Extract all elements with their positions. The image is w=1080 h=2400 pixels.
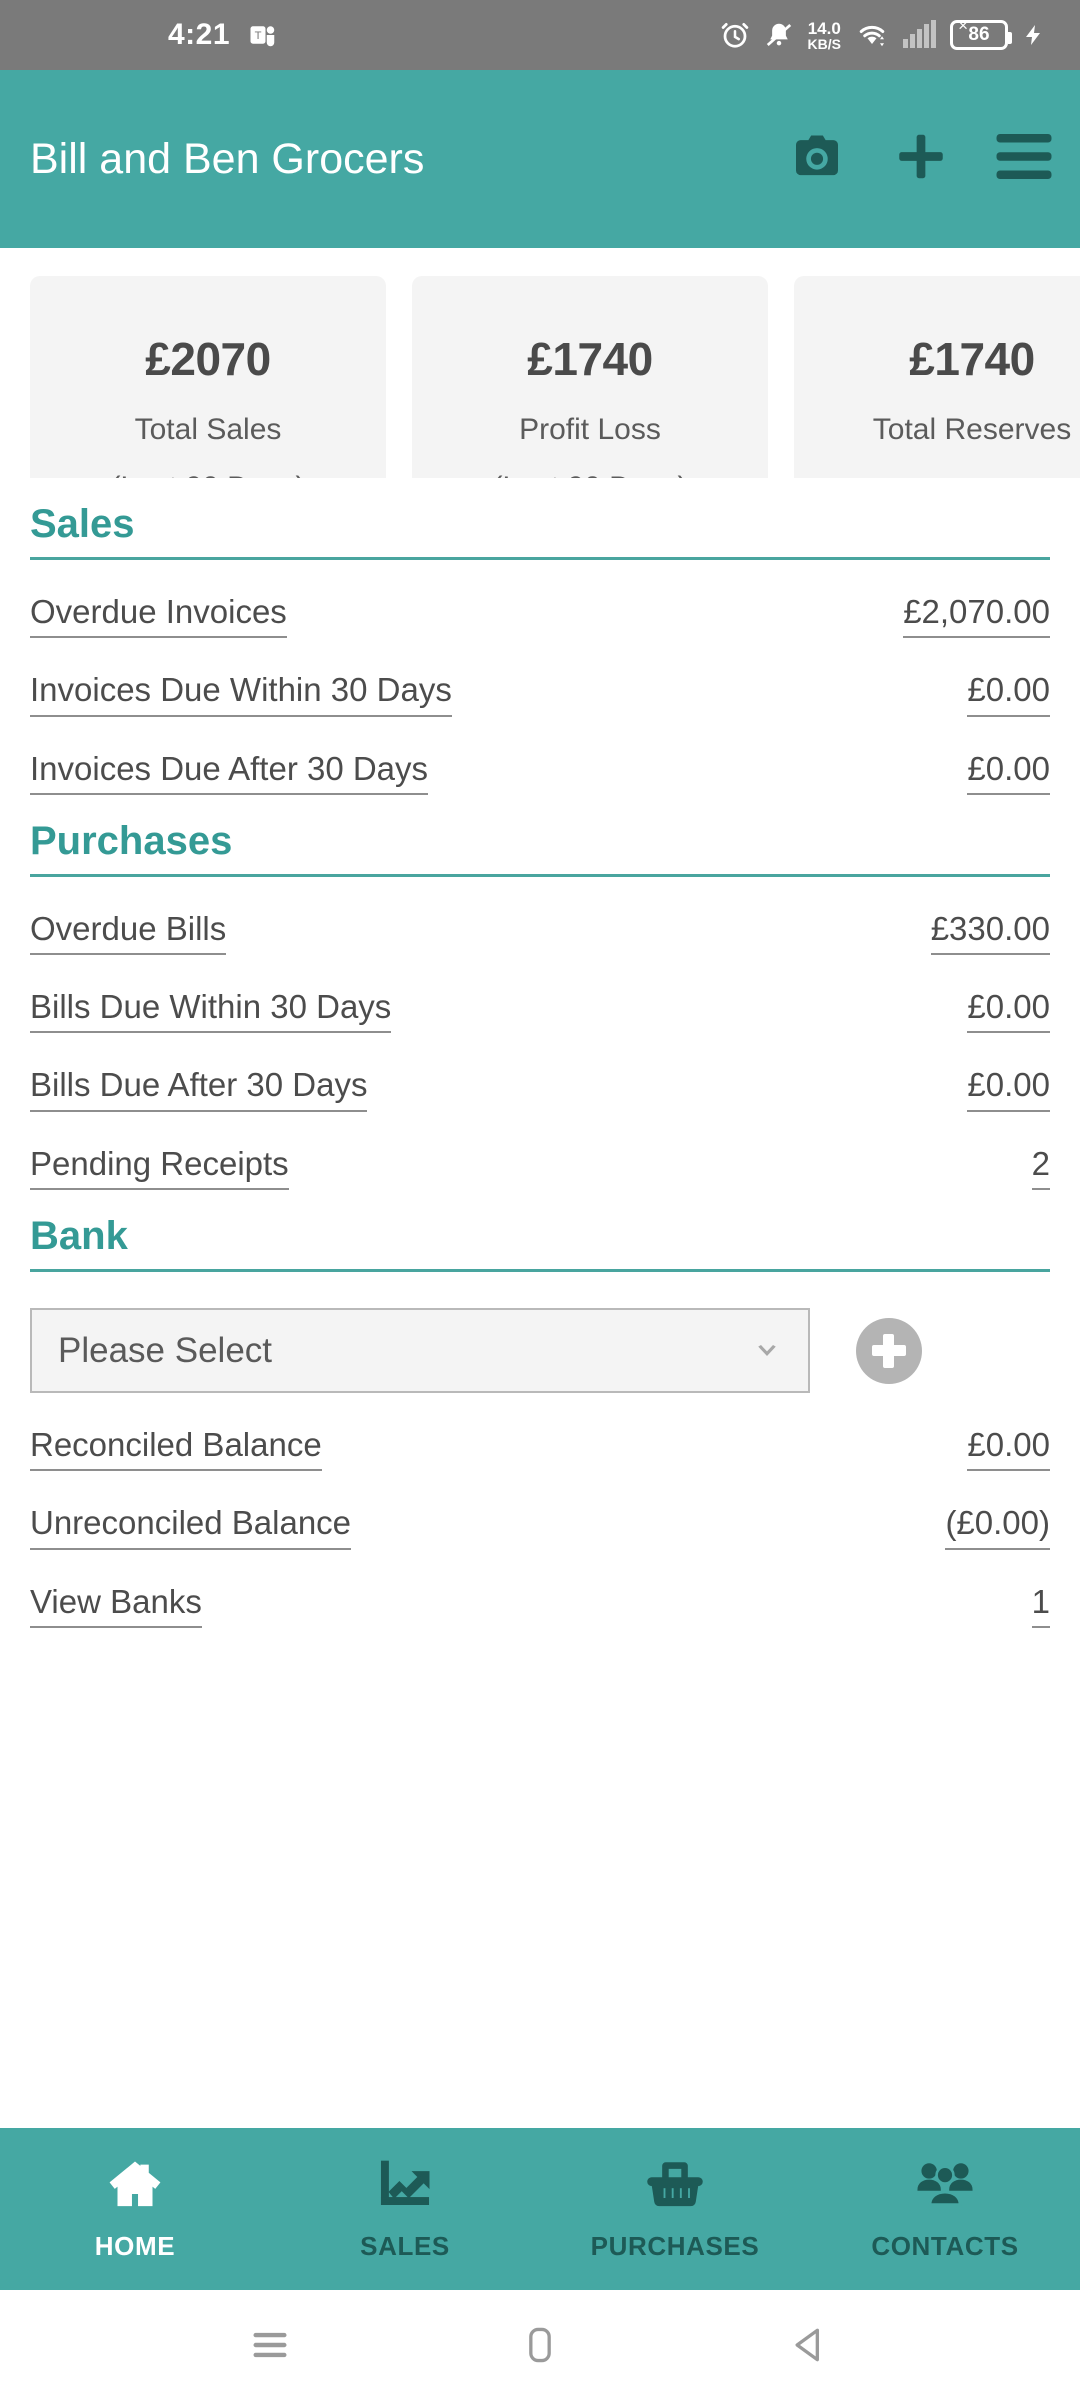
row-value: 2 [1031,1145,1050,1191]
kpi-card-scroller[interactable]: £2070 Total Sales (Last 90 Days) £1740 P… [0,248,1080,478]
android-navigation-bar [0,2290,1080,2400]
list-item[interactable]: View Banks 1 [30,1583,1050,1628]
tab-sales[interactable]: SALES [270,2128,540,2290]
bank-select-value: Please Select [58,1330,273,1370]
section-heading-purchases: Purchases [30,819,1050,877]
charging-bolt-icon [1022,20,1046,50]
camera-button[interactable] [786,129,848,190]
kpi-card[interactable]: £1740 Total Reserves [794,276,1080,478]
tab-label: SALES [360,2231,450,2261]
bell-mute-icon [764,20,794,50]
kpi-label: Total Reserves [872,413,1072,446]
hamburger-menu-button[interactable] [994,132,1054,187]
row-label: Unreconciled Balance [30,1505,352,1550]
shopping-basket-icon [644,2156,706,2217]
row-label: Bills Due Within 30 Days [30,988,392,1034]
kpi-value: £1740 [909,333,1035,385]
wifi-icon [855,20,889,50]
status-bar-left: 4:21 T [168,18,278,52]
chart-line-up-icon [374,2156,436,2217]
tab-contacts[interactable]: CONTACTS [810,2128,1080,2290]
tab-home[interactable]: HOME [0,2128,270,2290]
row-label: Overdue Invoices [30,593,287,639]
row-label: Invoices Due Within 30 Days [30,672,452,717]
kpi-label: Profit Loss [519,413,661,446]
row-label: Overdue Bills [30,910,227,956]
list-item[interactable]: Bills Due Within 30 Days £0.00 [30,988,1050,1034]
microsoft-teams-icon: T [248,20,278,50]
row-value: £330.00 [930,910,1050,956]
row-label: View Banks [30,1583,202,1628]
list-item[interactable]: Reconciled Balance £0.00 [30,1426,1050,1472]
row-label: Invoices Due After 30 Days [30,750,429,795]
list-item[interactable]: Bills Due After 30 Days £0.00 [30,1067,1050,1112]
row-label: Reconciled Balance [30,1426,322,1472]
tab-label: PURCHASES [590,2231,760,2261]
add-bank-button[interactable] [856,1317,922,1384]
kpi-card[interactable]: £2070 Total Sales (Last 90 Days) [30,276,386,478]
row-value: £0.00 [967,988,1050,1034]
bank-select[interactable]: Please Select [30,1308,810,1394]
svg-text:T: T [255,30,262,42]
battery-indicator: 86 [950,20,1012,50]
row-value: £0.00 [967,750,1050,795]
chevron-down-icon [752,1336,782,1366]
list-item[interactable]: Unreconciled Balance (£0.00) [30,1505,1050,1550]
kpi-label: Total Sales [134,413,282,446]
home-square-icon[interactable] [518,2323,562,2367]
kpi-sublabel: (Last 90 Days) [110,471,305,478]
kpi-sublabel: (Last 90 Days) [492,471,687,478]
row-value: £2,070.00 [903,593,1050,639]
dashboard-content: Sales Overdue Invoices £2,070.00 Invoice… [0,502,1080,1628]
cellular-signal-icon [903,20,936,48]
list-item[interactable]: Pending Receipts 2 [30,1145,1050,1191]
add-button[interactable] [892,128,950,191]
bottom-tab-bar: HOME SALES PURCHASES CONTACTS [0,2128,1080,2290]
row-label: Bills Due After 30 Days [30,1067,368,1112]
app-header: Bill and Ben Grocers [0,70,1080,248]
list-item[interactable]: Overdue Bills £330.00 [30,910,1050,956]
list-item[interactable]: Overdue Invoices £2,070.00 [30,593,1050,639]
kpi-value: £1740 [527,333,653,385]
section-heading-bank: Bank [30,1214,1050,1273]
back-triangle-icon[interactable] [788,2323,832,2367]
row-value: £0.00 [967,1067,1050,1112]
app-header-actions [786,128,1054,191]
row-value: (£0.00) [945,1505,1050,1550]
row-value: £0.00 [967,672,1050,717]
tab-label: CONTACTS [871,2231,1019,2261]
android-status-bar: 4:21 T 14.0 KB/S × 86 [0,0,1080,70]
tab-purchases[interactable]: PURCHASES [540,2128,810,2290]
list-item[interactable]: Invoices Due Within 30 Days £0.00 [30,672,1050,717]
kpi-value: £2070 [145,333,271,385]
page-title: Bill and Ben Grocers [30,134,425,183]
people-group-icon [914,2156,976,2217]
bank-picker-row: Please Select [30,1308,1050,1394]
section-heading-sales: Sales [30,502,1050,560]
recents-icon[interactable] [248,2323,292,2367]
status-bar-right: 14.0 KB/S × 86 [720,16,1046,52]
alarm-icon [720,20,750,50]
home-icon [104,2156,166,2217]
row-label: Pending Receipts [30,1145,289,1191]
row-value: 1 [1031,1583,1050,1628]
row-value: £0.00 [967,1426,1050,1472]
tab-label: HOME [94,2231,176,2261]
kpi-card[interactable]: £1740 Profit Loss (Last 90 Days) [412,276,768,478]
status-bar-clock: 4:21 [168,18,231,51]
list-item[interactable]: Invoices Due After 30 Days £0.00 [30,750,1050,795]
network-speed-indicator: 14.0 KB/S [807,18,841,52]
